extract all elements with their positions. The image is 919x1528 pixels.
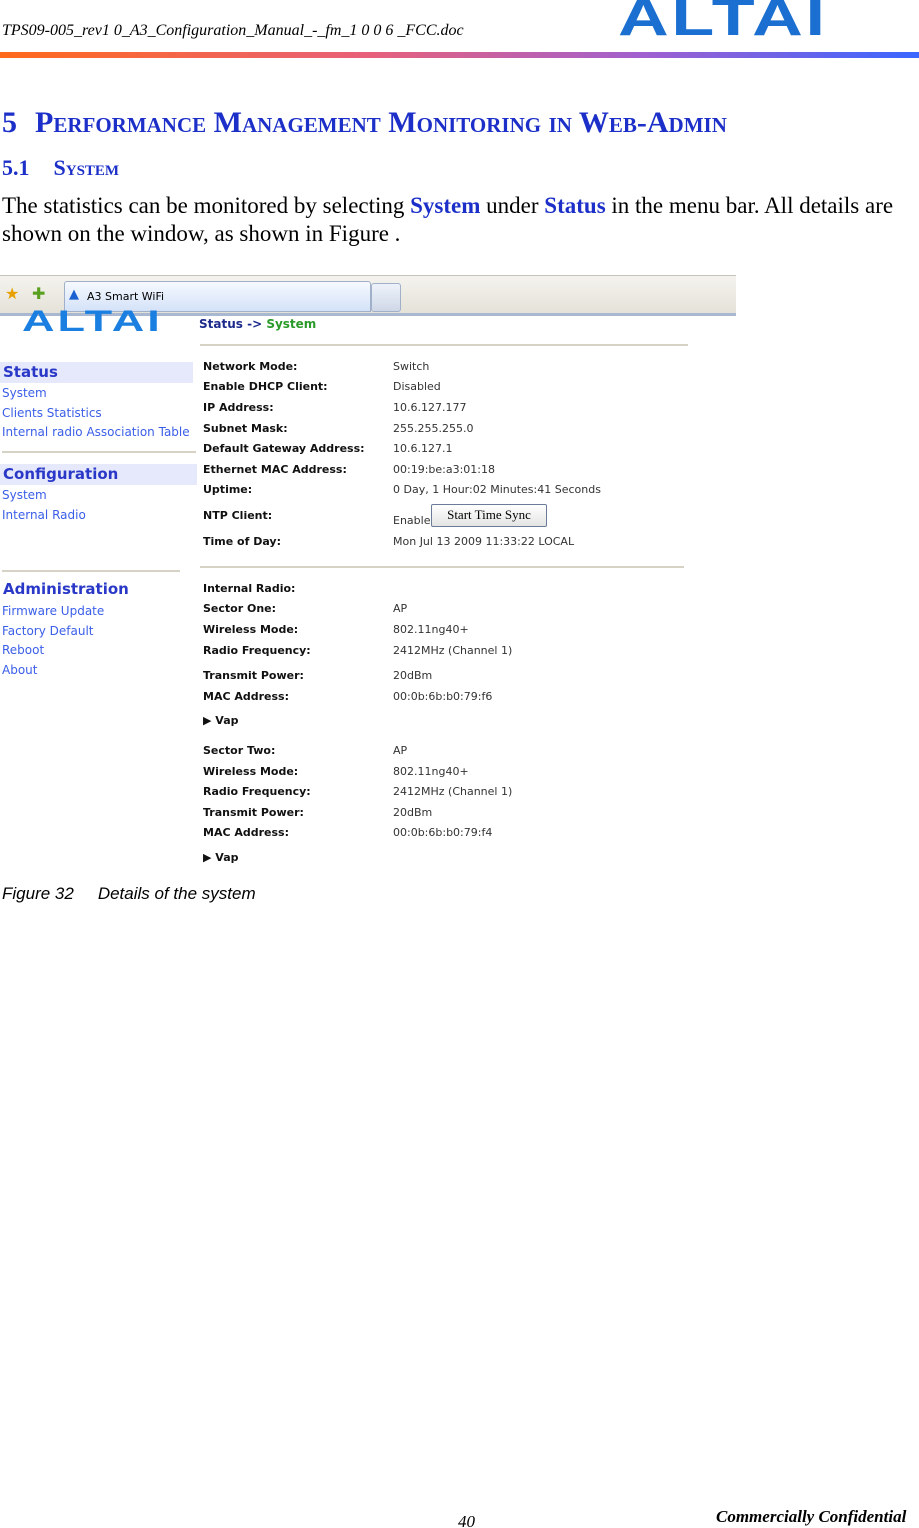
field-label: Enable DHCP Client: — [203, 380, 328, 393]
field-label: ▶ Vap — [203, 851, 239, 864]
field-value: 20dBm — [393, 806, 433, 819]
header-filename: TPS09-005_rev1 0_A3_Configuration_Manual… — [2, 22, 464, 39]
header-divider — [0, 52, 919, 58]
field-label: Wireless Mode: — [203, 765, 299, 778]
field-label: Default Gateway Address: — [203, 442, 365, 455]
field-label: Internal Radio: — [203, 582, 296, 595]
page-number: 40 — [458, 1512, 475, 1528]
field-label: Sector One: — [203, 602, 277, 615]
field-label: Time of Day: — [203, 535, 281, 548]
subsection-number: 5.1 — [2, 155, 30, 180]
nav-factory-default[interactable]: Factory Default — [2, 624, 94, 638]
section-heading: 5 Performance Management Monitoring in We… — [2, 106, 727, 140]
field-label: MAC Address: — [203, 826, 290, 839]
field-label: Ethernet MAC Address: — [203, 463, 347, 476]
subsection-title: System — [53, 155, 120, 180]
field-value: 802.11ng40+ — [393, 623, 469, 636]
nav-status-system[interactable]: System — [2, 386, 47, 400]
field-label: Transmit Power: — [203, 806, 304, 819]
new-tab-button[interactable] — [371, 283, 401, 312]
nav-configuration-heading[interactable]: Configuration — [0, 464, 197, 485]
altai-favicon-icon: ▲ — [69, 287, 79, 302]
figure-text: Details of the system — [97, 884, 256, 903]
tab-title: A3 Smart WiFi — [87, 290, 165, 303]
status-keyword: Status — [544, 193, 606, 218]
add-favorite-icon[interactable]: ✚ — [32, 284, 45, 303]
field-value: 2412MHz (Channel 1) — [393, 785, 513, 798]
divider — [200, 566, 684, 568]
system-keyword: System — [410, 193, 481, 218]
field-value: 00:0b:6b:b0:79:f6 — [393, 690, 493, 703]
section-number: 5 — [2, 106, 17, 139]
field-label: Radio Frequency: — [203, 644, 311, 657]
document-page: TPS09-005_rev1 0_A3_Configuration_Manual… — [0, 0, 919, 1528]
field-label: Transmit Power: — [203, 669, 304, 682]
divider — [2, 570, 180, 572]
divider — [200, 344, 688, 346]
altai-logo: ALTAI — [618, 0, 828, 47]
field-value: 00:19:be:a3:01:18 — [393, 463, 496, 476]
web-admin-screenshot: ★ ✚ ▲ A3 Smart WiFi ALTAI Status -> Syste… — [0, 275, 736, 870]
figure-number: Figure 32 — [2, 884, 74, 903]
nav-administration-heading[interactable]: Administration — [0, 579, 129, 600]
nav-config-internal-radio[interactable]: Internal Radio — [2, 508, 86, 522]
altai-web-logo: ALTAI — [22, 305, 163, 338]
intro-paragraph: The statistics can be monitored by selec… — [2, 193, 894, 246]
field-label: Sector Two: — [203, 744, 276, 757]
breadcrumb: Status -> System — [199, 317, 317, 331]
field-value: 10.6.127.177 — [393, 401, 467, 414]
field-value: 00:0b:6b:b0:79:f4 — [393, 826, 493, 839]
confidential-notice: Commercially Confidential — [716, 1507, 907, 1526]
field-label: Network Mode: — [203, 360, 298, 373]
field-value: Disabled — [393, 380, 441, 393]
field-value: 802.11ng40+ — [393, 765, 469, 778]
field-label: IP Address: — [203, 401, 274, 414]
field-label: Subnet Mask: — [203, 422, 288, 435]
field-value: 10.6.127.1 — [393, 442, 453, 455]
field-value: 0 Day, 1 Hour:02 Minutes:41 Seconds — [393, 483, 601, 496]
start-time-sync-button[interactable]: Start Time Sync — [431, 504, 547, 527]
field-value: Switch — [393, 360, 430, 373]
field-value: 255.255.255.0 — [393, 422, 474, 435]
field-value: AP — [393, 744, 408, 757]
field-label: MAC Address: — [203, 690, 290, 703]
divider — [2, 451, 196, 453]
nav-status-heading[interactable]: Status — [0, 362, 193, 383]
figure-caption: Figure 32 Details of the system — [2, 884, 256, 904]
field-label: ▶ Vap — [203, 714, 239, 727]
field-value: AP — [393, 602, 408, 615]
field-label: Wireless Mode: — [203, 623, 299, 636]
nav-about[interactable]: About — [2, 663, 37, 677]
field-label: NTP Client: — [203, 509, 273, 522]
nav-firmware-update[interactable]: Firmware Update — [2, 604, 104, 618]
nav-association-table[interactable]: Internal radio Association Table — [2, 425, 190, 439]
field-label: Radio Frequency: — [203, 785, 311, 798]
nav-reboot[interactable]: Reboot — [2, 643, 44, 657]
subsection-heading: 5.1 System — [2, 155, 119, 181]
field-label: Uptime: — [203, 483, 253, 496]
field-value: 2412MHz (Channel 1) — [393, 644, 513, 657]
favorites-star-icon[interactable]: ★ — [5, 284, 19, 303]
field-value: Enable — [393, 514, 431, 527]
field-value: Mon Jul 13 2009 11:33:22 LOCAL — [393, 535, 575, 548]
field-value: 20dBm — [393, 669, 433, 682]
nav-config-system[interactable]: System — [2, 488, 47, 502]
nav-clients-statistics[interactable]: Clients Statistics — [2, 406, 102, 420]
section-title: Performance Management Monitoring in Web… — [35, 106, 727, 139]
